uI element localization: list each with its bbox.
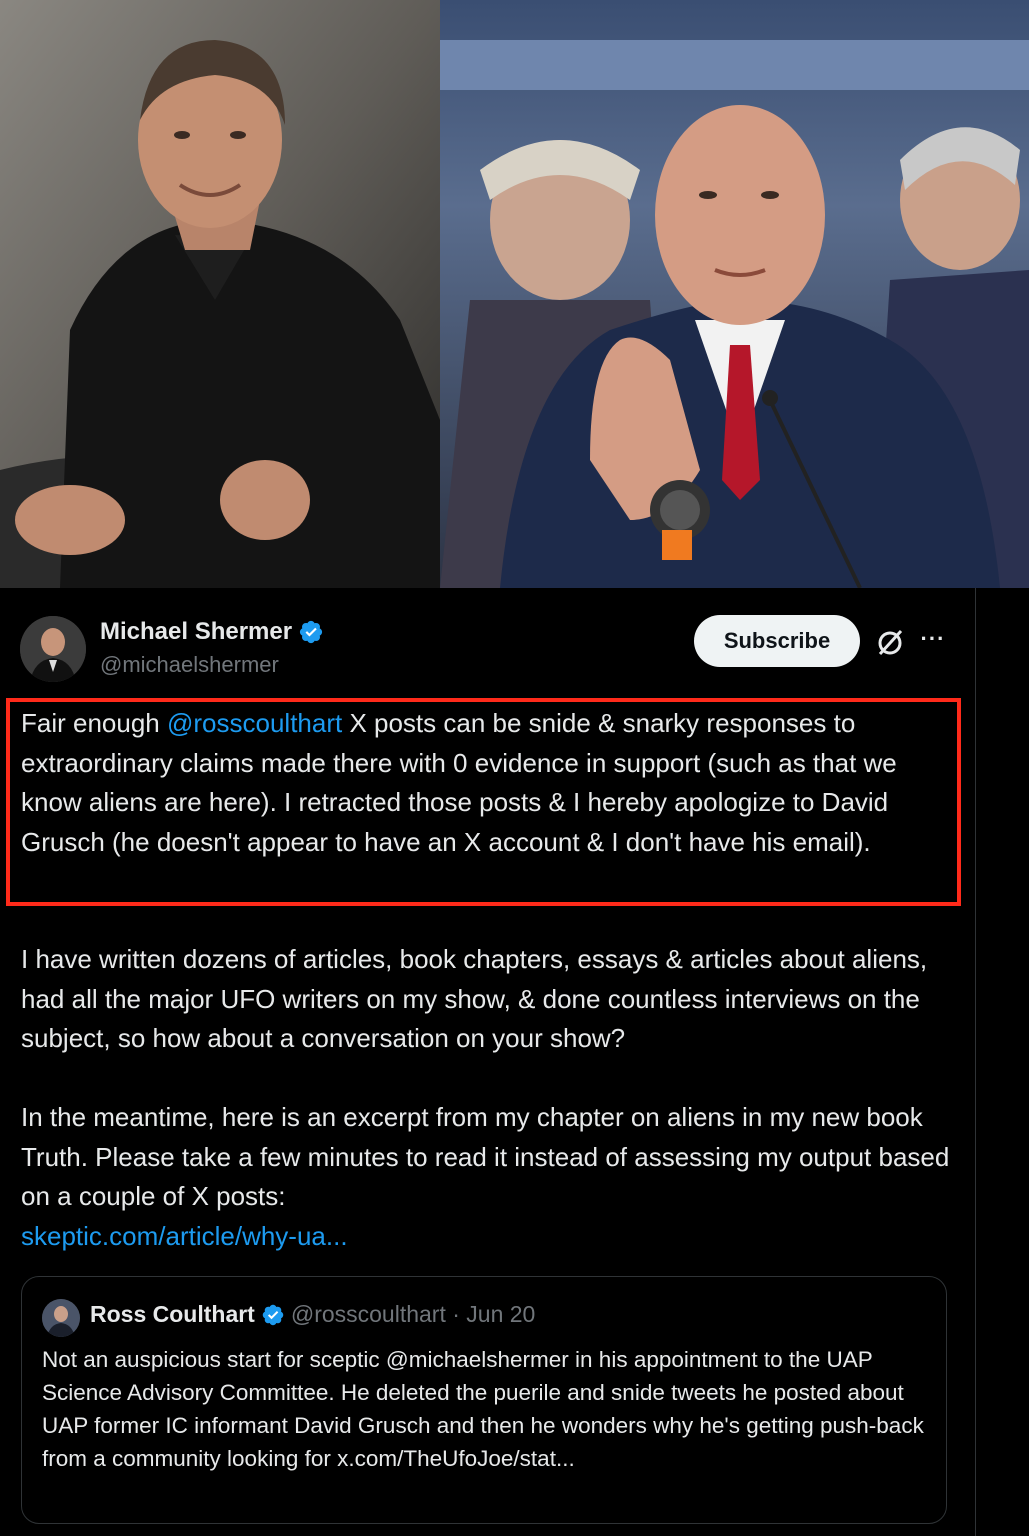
photo-michael-shermer[interactable] <box>0 0 440 588</box>
quoted-tweet[interactable]: Ross Coulthart @rosscoulthart · Jun 20 N… <box>21 1276 947 1524</box>
author-name-row[interactable]: Michael Shermer <box>100 618 324 646</box>
subscribe-button[interactable]: Subscribe <box>694 615 860 667</box>
author-name[interactable]: Michael Shermer <box>100 618 292 646</box>
tweet-paragraph-1: Fair enough @rosscoulthart X posts can b… <box>21 704 956 862</box>
tweet-card: Michael Shermer @michaelshermer Subscrib… <box>0 588 1029 1536</box>
p3-text: In the meantime, here is an excerpt from… <box>21 1102 950 1211</box>
tweet-paragraph-2: I have written dozens of articles, book … <box>21 944 928 1053</box>
quoted-header: Ross Coulthart @rosscoulthart · Jun 20 <box>90 1301 535 1328</box>
grok-icon[interactable] <box>874 626 906 658</box>
timeline-divider <box>975 588 976 1536</box>
quoted-tweet-text: Not an auspicious start for sceptic @mic… <box>42 1347 924 1471</box>
quoted-author-avatar[interactable] <box>42 1299 80 1337</box>
mention-link[interactable]: @rosscoulthart <box>167 708 342 738</box>
tweet-paragraph-3: In the meantime, here is an excerpt from… <box>21 1098 956 1256</box>
author-handle[interactable]: @michaelshermer <box>100 652 279 678</box>
author-avatar[interactable] <box>20 616 86 682</box>
quoted-author-handle-date[interactable]: @rosscoulthart · Jun 20 <box>291 1301 536 1328</box>
verified-badge-icon <box>262 1304 284 1325</box>
p1-text-before: Fair enough <box>21 708 167 738</box>
photo-david-grusch[interactable] <box>440 0 1029 588</box>
more-options-icon[interactable]: ··· <box>918 624 948 654</box>
verified-badge-icon <box>299 620 323 644</box>
article-link[interactable]: skeptic.com/article/why-ua... <box>21 1221 348 1251</box>
quoted-author-name[interactable]: Ross Coulthart <box>90 1301 255 1328</box>
header-photos <box>0 0 1029 588</box>
